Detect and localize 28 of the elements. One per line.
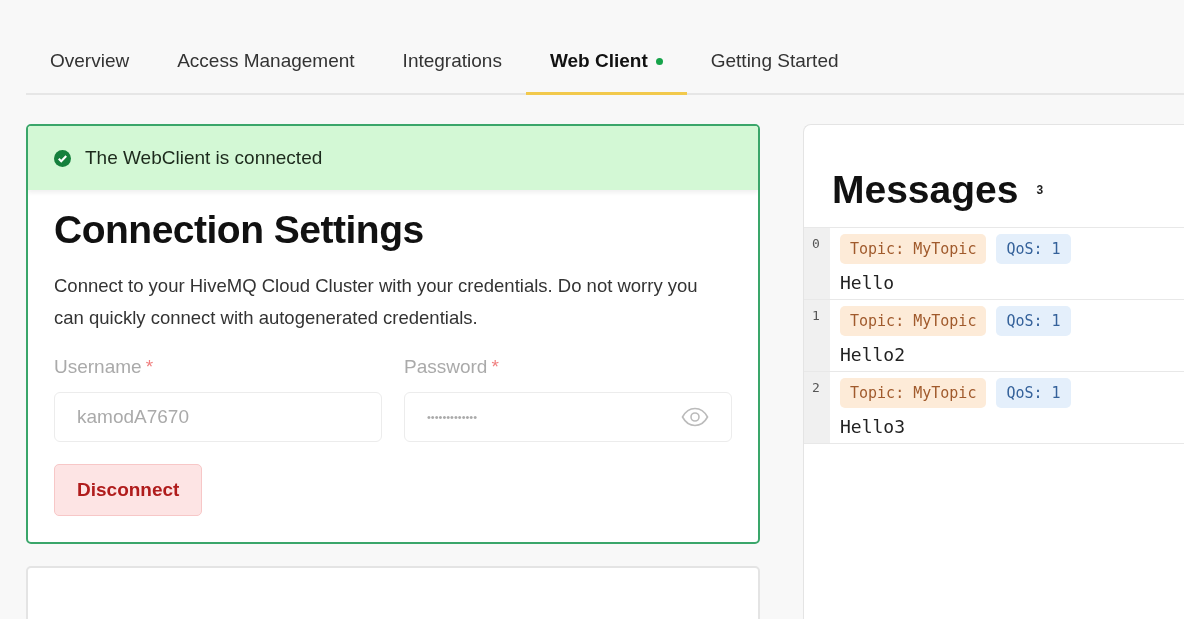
required-mark: * — [145, 356, 154, 378]
message-payload: Hello2 — [840, 343, 907, 367]
topic-tag: Topic: MyTopic — [840, 378, 987, 408]
tab[interactable]: Overview — [26, 40, 154, 95]
description-text: Connect to your HiveMQ Cloud Cluster with your credentials. Do not worry you can quickly connect with autogenerated credentials. — [54, 274, 699, 330]
topic-tag: Topic: MyTopic — [840, 306, 987, 336]
line-number: 1 — [804, 300, 830, 371]
topic-tag: Topic: MyTopic — [840, 234, 987, 264]
tab[interactable]: Integrations — [378, 40, 526, 95]
line-number: 2 — [804, 372, 830, 443]
message-payload: Hello3 — [840, 415, 907, 439]
qos-tag: QoS: 1 — [996, 234, 1071, 264]
tab[interactable]: Web Client — [525, 40, 687, 95]
line-number: 0 — [804, 228, 830, 299]
tab[interactable]: Getting Started — [686, 40, 863, 95]
required-mark: * — [491, 356, 499, 378]
section-title: Connection Settings — [54, 208, 425, 252]
message-payload: Hello — [840, 271, 896, 295]
qos-tag: QoS: 1 — [996, 306, 1071, 336]
status-text: The WebClient is connected — [85, 147, 323, 169]
tab[interactable]: Access Management — [153, 40, 379, 95]
messages-title: Messages — [832, 168, 1019, 212]
qos-tag: QoS: 1 — [996, 378, 1071, 408]
disconnect-button[interactable]: Disconnect — [54, 464, 203, 516]
message-count: 3 — [1036, 183, 1044, 197]
field-label: Username — [54, 356, 142, 378]
field-label: Password — [404, 356, 488, 378]
check-circle-icon — [54, 149, 71, 167]
